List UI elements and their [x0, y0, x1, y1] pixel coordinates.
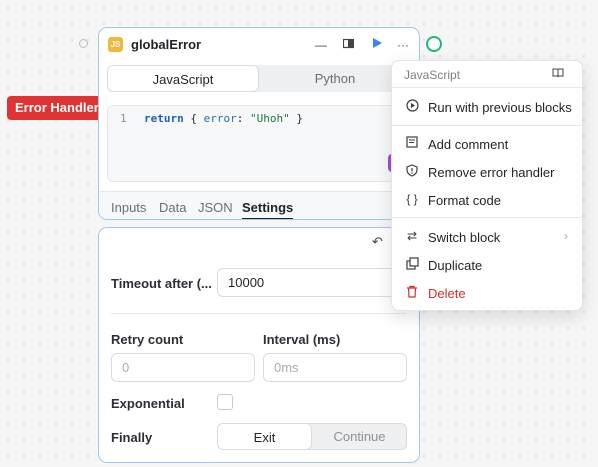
menu-item-switch-block[interactable]: ⇄ Switch block ›: [392, 223, 582, 251]
interval-label: Interval (ms): [263, 332, 341, 347]
code-keyword: return: [144, 112, 184, 125]
menu-item-delete[interactable]: Delete: [392, 279, 582, 307]
interval-input[interactable]: 0ms: [263, 353, 407, 382]
finally-continue-button[interactable]: Continue: [312, 423, 407, 450]
block-title[interactable]: globalError: [131, 37, 201, 52]
code-editor[interactable]: 1 return { error: "Uhoh" }: [107, 105, 417, 182]
timeout-input[interactable]: 10000: [217, 268, 407, 297]
exponential-label: Exponential: [111, 396, 185, 411]
menu-item-label: Switch block: [428, 230, 501, 245]
switch-icon: ⇄: [406, 229, 418, 243]
tab-json[interactable]: JSON: [198, 200, 233, 215]
block-tabs: Inputs Data JSON Settings: [99, 191, 419, 219]
menu-separator: [392, 217, 582, 218]
exponential-checkbox[interactable]: [217, 394, 233, 410]
duplicate-icon: [404, 257, 420, 273]
line-number: 1: [120, 112, 127, 125]
code-block[interactable]: JS globalError — ··· JavaScript Python 1…: [98, 27, 420, 220]
code-colon: :: [236, 112, 250, 125]
timeout-label: Timeout after (...: [111, 276, 212, 291]
comment-icon: [404, 136, 420, 152]
menu-item-label: Run with previous blocks: [428, 100, 572, 115]
menu-separator: [392, 87, 582, 88]
code-string: "Uhoh": [250, 112, 290, 125]
menu-item-label: Delete: [428, 286, 466, 301]
language-javascript[interactable]: JavaScript: [107, 65, 259, 92]
finally-label: Finally: [111, 430, 153, 445]
menu-item-add-comment[interactable]: Add comment: [392, 130, 582, 158]
menu-item-duplicate[interactable]: Duplicate: [392, 251, 582, 279]
error-handler-tag: Error Handler: [7, 96, 107, 120]
block-context-menu: JavaScript Run with previous blocks Add …: [391, 60, 583, 311]
play-circle-icon: [404, 99, 420, 115]
menu-item-label: Duplicate: [428, 258, 483, 273]
language-toggle: JavaScript Python: [107, 65, 417, 92]
output-connector[interactable]: [426, 36, 442, 52]
chevron-right-icon: ›: [564, 229, 568, 243]
retry-count-label: Retry count: [111, 332, 184, 347]
menu-item-label: Remove error handler: [428, 165, 555, 180]
menu-item-remove-error-handler[interactable]: Remove error handler: [392, 158, 582, 186]
menu-item-format-code[interactable]: { } Format code: [392, 186, 582, 214]
tab-settings[interactable]: Settings: [242, 200, 294, 219]
language-python[interactable]: Python: [259, 65, 411, 92]
menu-separator: [392, 125, 582, 126]
retry-count-input[interactable]: 0: [111, 353, 255, 382]
panel-icon[interactable]: [338, 35, 358, 55]
book-icon[interactable]: [552, 67, 564, 81]
undo-icon[interactable]: ↶: [372, 234, 383, 250]
settings-divider: [111, 313, 406, 314]
shield-icon: [404, 164, 420, 180]
input-connector[interactable]: [79, 39, 88, 48]
finally-toggle: Exit Continue: [217, 423, 407, 450]
menu-item-label: Format code: [428, 193, 501, 208]
code-close-brace: }: [289, 112, 303, 125]
minimize-icon[interactable]: —: [311, 35, 331, 55]
tab-data[interactable]: Data: [159, 200, 186, 215]
braces-icon: { }: [406, 192, 418, 206]
trash-icon: [404, 285, 420, 301]
block-header: JS globalError — ···: [99, 28, 419, 62]
settings-panel: ↶ Timeout after (... 10000 Retry count 0…: [98, 227, 420, 463]
code-line[interactable]: return { error: "Uhoh" }: [144, 112, 303, 125]
code-property: error: [203, 112, 237, 125]
js-badge-icon: JS: [108, 37, 123, 52]
code-open-brace: {: [183, 112, 204, 125]
menu-header: JavaScript: [404, 68, 461, 82]
finally-exit-button[interactable]: Exit: [217, 423, 312, 450]
menu-item-label: Add comment: [428, 137, 509, 152]
play-icon[interactable]: [367, 35, 387, 55]
menu-item-run-previous[interactable]: Run with previous blocks: [392, 93, 582, 121]
tab-inputs[interactable]: Inputs: [111, 200, 146, 215]
more-icon[interactable]: ···: [393, 35, 413, 55]
